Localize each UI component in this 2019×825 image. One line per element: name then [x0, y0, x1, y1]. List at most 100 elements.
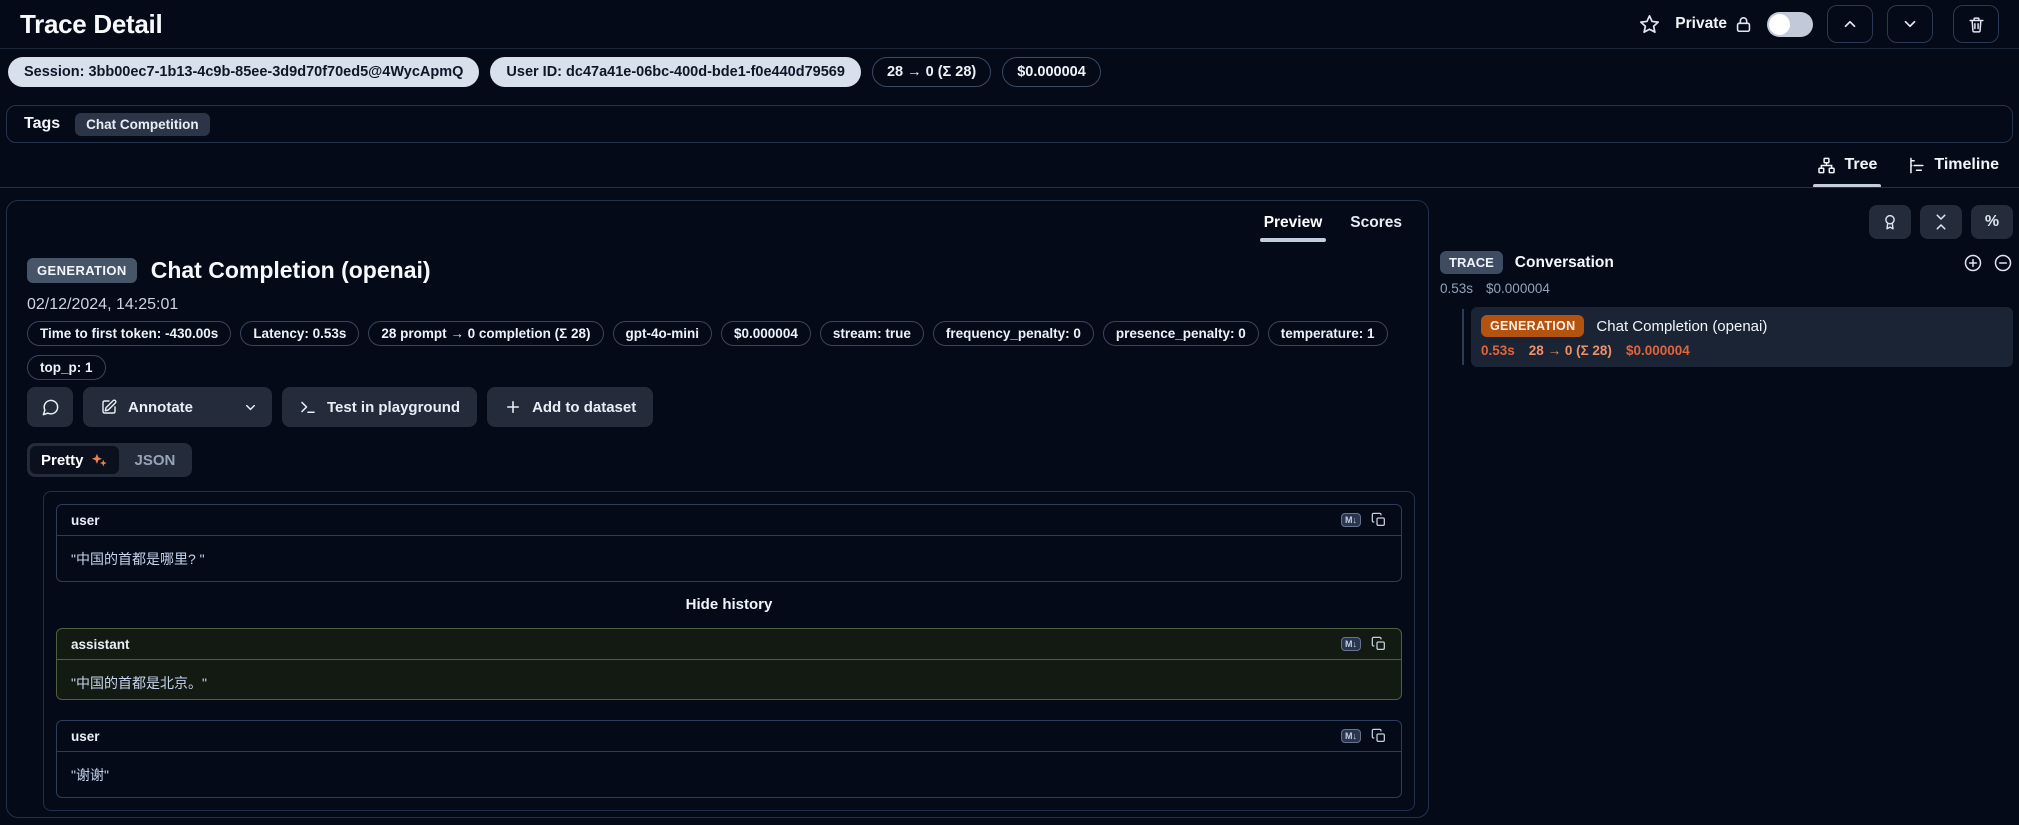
metric-pill: Latency: 0.53s	[240, 321, 359, 346]
annotate-label: Annotate	[128, 399, 193, 416]
metrics-row-1: Time to first token: -430.00s Latency: 0…	[27, 321, 1388, 346]
message-header: user M↓	[57, 721, 1401, 752]
tree-item-metrics: 0.53s 28 → 0 (Σ 28) $0.000004	[1481, 343, 2003, 358]
trace-root-row[interactable]: TRACE Conversation	[1440, 251, 2013, 274]
metrics-toggle-button[interactable]: %	[1971, 205, 2013, 239]
message-user-1: user M↓ "中国的首都是哪里? "	[56, 504, 1402, 582]
observation-title: Chat Completion (openai)	[151, 257, 431, 284]
generation-tokens: 28 → 0 (Σ 28)	[1529, 343, 1612, 358]
playground-label: Test in playground	[327, 399, 460, 416]
copy-icon[interactable]	[1371, 512, 1387, 528]
message-content: "中国的首都是北京。"	[57, 660, 1401, 706]
generation-title: Chat Completion (openai)	[1596, 318, 1767, 335]
message-assistant: assistant M↓ "中国的首都是北京。"	[56, 628, 1402, 700]
tab-scores[interactable]: Scores	[1338, 207, 1414, 239]
tags-container: Tags Chat Competition	[6, 105, 2013, 143]
tab-preview[interactable]: Preview	[1252, 207, 1335, 239]
collapse-all-button[interactable]	[1920, 205, 1962, 239]
observation-type-badge: GENERATION	[27, 258, 137, 283]
annotate-dropdown-button[interactable]	[229, 400, 272, 415]
observation-panel: Preview Scores GENERATION Chat Completio…	[6, 200, 1429, 818]
privacy-toggle[interactable]	[1767, 12, 1813, 37]
format-toggle: Pretty JSON	[27, 443, 192, 477]
metric-pill: temperature: 1	[1268, 321, 1388, 346]
privacy-control: Private	[1675, 15, 1753, 34]
tab-timeline-label: Timeline	[1934, 156, 1999, 174]
copy-icon[interactable]	[1371, 728, 1387, 744]
markdown-icon[interactable]: M↓	[1341, 729, 1361, 743]
metric-pill: Time to first token: -430.00s	[27, 321, 231, 346]
trace-metrics: 0.53s $0.000004	[1440, 281, 2013, 296]
chevron-down-icon	[243, 400, 258, 415]
json-toggle[interactable]: JSON	[121, 446, 190, 474]
view-tabs: Tree Timeline	[1817, 150, 1999, 180]
add-to-dataset-button[interactable]: Add to dataset	[487, 387, 653, 427]
metric-pill: stream: true	[820, 321, 924, 346]
comment-button[interactable]	[27, 387, 73, 427]
metric-pill: $0.000004	[721, 321, 811, 346]
award-icon	[1881, 213, 1899, 231]
trace-latency: 0.53s	[1440, 281, 1473, 296]
token-usage-badge: 28 → 0 (Σ 28)	[872, 57, 991, 87]
copy-icon[interactable]	[1371, 636, 1387, 652]
top-header: Trace Detail Private	[0, 0, 2019, 49]
observation-header: GENERATION Chat Completion (openai)	[27, 257, 431, 284]
sparkles-icon	[91, 452, 108, 469]
panel-tabs: Preview Scores	[1252, 207, 1414, 239]
message-header-icons: M↓	[1341, 728, 1387, 744]
cost-badge: $0.000004	[1002, 57, 1101, 87]
markdown-icon[interactable]: M↓	[1341, 637, 1361, 651]
tab-tree[interactable]: Tree	[1817, 150, 1877, 180]
toggle-knob	[1769, 14, 1790, 35]
pretty-toggle[interactable]: Pretty	[30, 446, 119, 474]
tree-item-header: GENERATION Chat Completion (openai)	[1481, 315, 2003, 337]
trace-tree-panel: % TRACE Conversation 0.53s $0.000004 GEN…	[1440, 200, 2013, 367]
message-role: user	[71, 729, 100, 744]
percent-icon: %	[1985, 213, 1999, 231]
previous-trace-button[interactable]	[1827, 5, 1873, 43]
chat-bubble-icon	[41, 398, 60, 417]
tree-item-generation[interactable]: GENERATION Chat Completion (openai) 0.53…	[1471, 307, 2013, 367]
privacy-label: Private	[1675, 15, 1727, 33]
collapse-circle-icon[interactable]	[1993, 253, 2013, 273]
tree-toolbar: %	[1440, 200, 2013, 239]
generation-type-badge: GENERATION	[1481, 315, 1584, 337]
message-header-icons: M↓	[1341, 512, 1387, 528]
message-content: "谢谢"	[57, 752, 1401, 798]
trace-cost: $0.000004	[1486, 281, 1550, 296]
tag-chip[interactable]: Chat Competition	[75, 113, 210, 136]
next-trace-button[interactable]	[1887, 5, 1933, 43]
message-header: user M↓	[57, 505, 1401, 536]
observation-metrics: Time to first token: -430.00s Latency: 0…	[27, 321, 1388, 380]
messages-container: user M↓ "中国的首都是哪里? " Hide history assist…	[43, 491, 1415, 811]
section-divider	[0, 187, 2019, 188]
generation-cost: $0.000004	[1626, 343, 1690, 358]
session-badge[interactable]: Session: 3bb00ec7-1b13-4c9b-85ee-3d9d70f…	[8, 57, 479, 87]
metrics-row-2: top_p: 1	[27, 355, 1388, 380]
trace-title: Conversation	[1515, 254, 1614, 272]
annotate-split-button: Annotate	[83, 387, 272, 427]
scores-toggle-button[interactable]	[1869, 205, 1911, 239]
test-in-playground-button[interactable]: Test in playground	[282, 387, 477, 427]
trace-row-actions	[1963, 253, 2013, 273]
metric-pill: frequency_penalty: 0	[933, 321, 1094, 346]
tab-timeline[interactable]: Timeline	[1907, 150, 1999, 180]
user-id-badge[interactable]: User ID: dc47a41e-06bc-400d-bde1-f0e440d…	[490, 57, 861, 87]
message-user-2: user M↓ "谢谢"	[56, 720, 1402, 798]
terminal-icon	[299, 398, 317, 416]
tree-icon	[1817, 156, 1836, 175]
dataset-label: Add to dataset	[532, 399, 636, 416]
expand-circle-icon[interactable]	[1963, 253, 1983, 273]
metric-pill: 28 prompt → 0 completion (Σ 28)	[368, 321, 603, 346]
collapse-vertical-icon	[1932, 213, 1950, 231]
star-icon[interactable]	[1638, 13, 1661, 36]
markdown-icon[interactable]: M↓	[1341, 513, 1361, 527]
delete-trace-button[interactable]	[1953, 5, 1999, 43]
trace-type-badge: TRACE	[1440, 251, 1503, 274]
annotate-button[interactable]: Annotate	[83, 398, 208, 416]
tree-children: GENERATION Chat Completion (openai) 0.53…	[1440, 307, 2013, 367]
hide-history-button[interactable]: Hide history	[56, 596, 1402, 616]
metric-pill: top_p: 1	[27, 355, 106, 380]
observation-actions: Annotate Test in playground Add to datas…	[27, 387, 653, 427]
observation-timestamp: 02/12/2024, 14:25:01	[27, 296, 178, 314]
